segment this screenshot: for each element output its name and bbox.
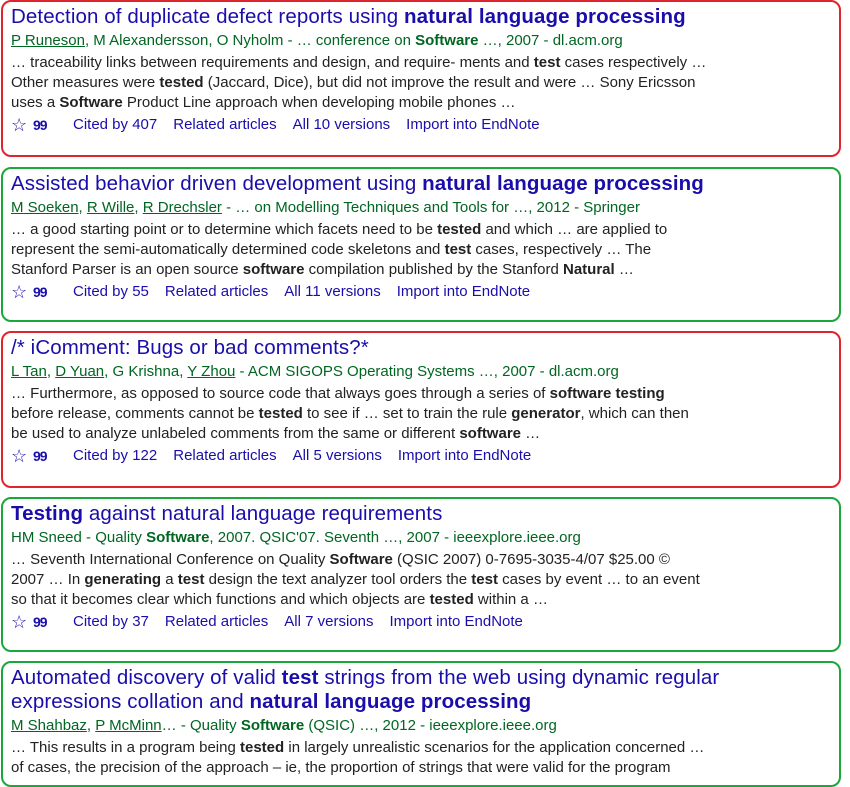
result-title-link[interactable]: Testing against natural language require… (11, 502, 839, 526)
result-actions: ☆ 99 Cited by 122 Related articles All 5… (11, 446, 839, 466)
related-articles-link[interactable]: Related articles (165, 282, 268, 302)
result-snippet: … a good starting point or to determine … (11, 221, 668, 278)
import-endnote-link[interactable]: Import into EndNote (398, 446, 531, 466)
author-link[interactable]: Y Zhou (187, 363, 235, 380)
author-link[interactable]: P Runeson (11, 32, 85, 49)
all-versions-link[interactable]: All 5 versions (293, 446, 382, 466)
author-link[interactable]: D Yuan (55, 363, 104, 380)
author-link[interactable]: R Wille (87, 199, 135, 216)
cited-by-link[interactable]: Cited by 55 (73, 282, 149, 302)
result-snippet: … Furthermore, as opposed to source code… (11, 385, 689, 442)
all-versions-link[interactable]: All 11 versions (284, 282, 380, 302)
result-authors: L Tan, D Yuan, G Krishna, Y Zhou - ACM S… (11, 363, 619, 380)
author-link[interactable]: R Drechsler (143, 199, 222, 216)
result-authors: P Runeson, M Alexandersson, O Nyholm - …… (11, 32, 623, 49)
result-authors: M Shahbaz, P McMinn… - Quality Software … (11, 717, 557, 734)
import-endnote-link[interactable]: Import into EndNote (397, 282, 530, 302)
result-snippet: … This results in a program being tested… (11, 739, 705, 776)
import-endnote-link[interactable]: Import into EndNote (406, 115, 539, 135)
quote-icon[interactable]: 99 (33, 446, 73, 466)
related-articles-link[interactable]: Related articles (173, 115, 276, 135)
result-authors: HM Sneed - Quality Software, 2007. QSIC'… (11, 529, 581, 546)
result-actions: ☆ 99 Cited by 55 Related articles All 11… (11, 282, 839, 302)
cited-by-link[interactable]: Cited by 37 (73, 612, 149, 632)
all-versions-link[interactable]: All 7 versions (284, 612, 373, 632)
quote-icon[interactable]: 99 (33, 115, 73, 135)
author-link[interactable]: M Shahbaz (11, 717, 87, 734)
result-snippet: … Seventh International Conference on Qu… (11, 551, 700, 608)
search-result: Automated discovery of valid test string… (1, 661, 841, 787)
star-icon[interactable]: ☆ (11, 612, 33, 632)
search-result: Assisted behavior driven development usi… (1, 167, 841, 322)
result-title-link[interactable]: Assisted behavior driven development usi… (11, 172, 839, 196)
star-icon[interactable]: ☆ (11, 282, 33, 302)
author-link[interactable]: L Tan (11, 363, 47, 380)
cited-by-link[interactable]: Cited by 407 (73, 115, 157, 135)
result-title-link[interactable]: Detection of duplicate defect reports us… (11, 5, 839, 29)
result-title-link[interactable]: Automated discovery of valid test string… (11, 666, 839, 714)
result-snippet: … traceability links between requirement… (11, 54, 707, 111)
cited-by-link[interactable]: Cited by 122 (73, 446, 157, 466)
related-articles-link[interactable]: Related articles (173, 446, 276, 466)
result-authors: M Soeken, R Wille, R Drechsler - … on Mo… (11, 199, 640, 216)
import-endnote-link[interactable]: Import into EndNote (389, 612, 522, 632)
search-result: Testing against natural language require… (1, 497, 841, 652)
star-icon[interactable]: ☆ (11, 115, 33, 135)
quote-icon[interactable]: 99 (33, 612, 73, 632)
star-icon[interactable]: ☆ (11, 446, 33, 466)
search-result: Detection of duplicate defect reports us… (1, 0, 841, 157)
result-actions: ☆ 99 Cited by 37 Related articles All 7 … (11, 612, 839, 632)
result-actions: ☆ 99 Cited by 407 Related articles All 1… (11, 115, 839, 135)
result-title-link[interactable]: /* iComment: Bugs or bad comments?* (11, 336, 839, 360)
author-link[interactable]: P McMinn (95, 717, 161, 734)
all-versions-link[interactable]: All 10 versions (293, 115, 391, 135)
search-result: /* iComment: Bugs or bad comments?* L Ta… (1, 331, 841, 488)
author-link[interactable]: M Soeken (11, 199, 79, 216)
quote-icon[interactable]: 99 (33, 282, 73, 302)
related-articles-link[interactable]: Related articles (165, 612, 268, 632)
